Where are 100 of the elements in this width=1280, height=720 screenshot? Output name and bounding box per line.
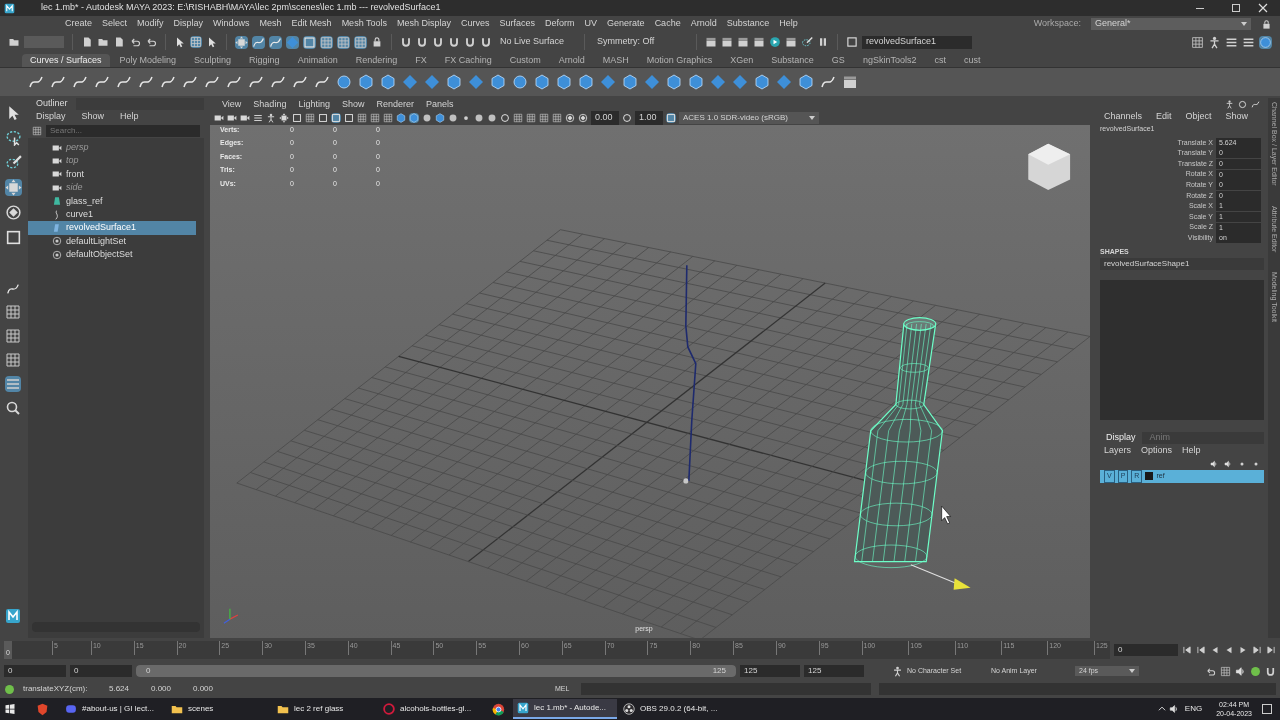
shelf-tab[interactable]: Rendering — [347, 54, 406, 67]
cube-icon[interactable] — [490, 74, 506, 90]
menu-item[interactable]: Generate — [607, 18, 645, 29]
square-icon[interactable] — [666, 113, 676, 123]
square-icon[interactable] — [303, 35, 316, 49]
taskbar-item[interactable]: scenes — [167, 699, 271, 719]
curve-icon[interactable] — [182, 74, 198, 90]
shelf-tab[interactable]: ngSkinTools2 — [854, 54, 925, 67]
menu-item[interactable]: Shading — [253, 98, 287, 109]
curve-icon[interactable] — [116, 74, 132, 90]
menu-item[interactable]: Edit — [1156, 111, 1172, 122]
snap-icon[interactable] — [400, 36, 412, 48]
curve-icon[interactable] — [204, 74, 220, 90]
menu-item[interactable]: Cache — [654, 18, 681, 29]
sphere-icon[interactable] — [448, 113, 458, 123]
curve-icon[interactable] — [50, 74, 66, 90]
close-icon[interactable] — [1258, 3, 1268, 13]
manipulator-drawing[interactable] — [910, 564, 971, 590]
shelf-tab[interactable]: Custom — [501, 54, 549, 67]
curve-icon[interactable] — [270, 74, 286, 90]
brush-icon[interactable] — [801, 36, 813, 48]
cube-icon[interactable] — [578, 74, 594, 90]
menu-item[interactable]: Surfaces — [499, 18, 536, 29]
shelf-tab[interactable]: FX — [407, 54, 435, 67]
grid-icon[interactable] — [5, 304, 21, 320]
taskbar-item[interactable]: OBS 29.0.2 (64-bit, ... — [619, 699, 723, 719]
cube-icon[interactable] — [754, 74, 770, 90]
shelf-tab[interactable]: MASH — [594, 54, 637, 67]
shelf-tab[interactable]: Rigging — [241, 54, 288, 67]
search-field[interactable]: Search... — [46, 125, 200, 137]
menu-item[interactable]: Mesh Display — [397, 18, 451, 29]
grid-icon[interactable] — [357, 113, 367, 123]
clapperboard-icon[interactable] — [842, 74, 858, 90]
caret-icon[interactable] — [1156, 704, 1167, 714]
grid-icon[interactable] — [552, 113, 562, 123]
caret-icon[interactable] — [1241, 22, 1247, 26]
square-icon[interactable] — [344, 113, 354, 123]
menu-item[interactable]: Display — [173, 18, 204, 29]
view-cube-icon[interactable] — [1028, 143, 1071, 190]
square-icon[interactable] — [292, 113, 302, 123]
list-icon[interactable] — [253, 113, 263, 123]
curve-icon[interactable] — [1251, 99, 1260, 109]
help-icon[interactable] — [4, 683, 15, 695]
shelf-tab[interactable]: Motion Graphics — [638, 54, 721, 67]
clapperboard-icon[interactable] — [753, 36, 765, 48]
menu-item[interactable]: Show — [1225, 111, 1249, 122]
outliner-item[interactable]: front — [28, 167, 196, 182]
curve-icon[interactable] — [94, 74, 110, 90]
lock-icon[interactable] — [1261, 18, 1272, 30]
outliner-item[interactable]: persp — [28, 141, 196, 155]
menu-item[interactable]: Deform — [545, 18, 575, 29]
clapperboard-icon[interactable] — [737, 36, 749, 48]
grid-icon[interactable] — [5, 352, 21, 368]
rotate-icon[interactable] — [4, 204, 22, 221]
cube-icon[interactable] — [358, 74, 374, 90]
move-icon[interactable] — [235, 35, 248, 49]
dot-icon[interactable] — [461, 113, 471, 123]
sphere-icon[interactable] — [1259, 35, 1272, 49]
cube-icon[interactable] — [396, 113, 406, 123]
shelf-tab[interactable]: FX Caching — [436, 54, 500, 67]
undo-icon[interactable] — [1205, 665, 1216, 677]
cube-icon[interactable] — [556, 74, 572, 90]
layer-color-swatch[interactable] — [1145, 472, 1154, 481]
camera-icon[interactable] — [214, 113, 224, 123]
figure-icon[interactable] — [266, 113, 276, 123]
current-frame-field[interactable]: 0 — [1114, 644, 1178, 656]
grid-icon[interactable] — [539, 113, 549, 123]
sphere-icon[interactable] — [512, 74, 528, 90]
menu-item[interactable]: Help — [779, 18, 798, 29]
lasso-icon[interactable] — [4, 129, 22, 146]
end-field[interactable]: 125 — [804, 665, 864, 677]
caret-icon[interactable] — [1129, 669, 1135, 673]
cube-icon[interactable] — [409, 113, 419, 123]
square-icon[interactable] — [846, 36, 858, 48]
speaker-icon[interactable] — [1224, 459, 1232, 468]
play-icon[interactable] — [769, 36, 781, 48]
lock-icon[interactable] — [371, 36, 383, 48]
menu-item[interactable]: Modify — [137, 18, 164, 29]
shelf-tab[interactable]: GS — [823, 54, 853, 67]
menu-item[interactable]: Help — [120, 111, 139, 122]
gamma-field[interactable]: 1.00 — [635, 111, 663, 125]
curve-icon[interactable] — [160, 74, 176, 90]
curve-icon[interactable] — [252, 35, 265, 49]
undo-icon[interactable] — [129, 36, 141, 48]
cube-icon[interactable] — [446, 74, 462, 90]
grid-icon[interactable] — [354, 35, 367, 49]
sphere-icon[interactable] — [422, 113, 432, 123]
start-icon[interactable] — [4, 703, 16, 715]
cube-icon[interactable] — [666, 74, 682, 90]
grid-icon[interactable] — [190, 36, 202, 48]
symmetry-dropdown[interactable]: Symmetry: Off — [593, 35, 688, 49]
cube-icon[interactable] — [688, 74, 704, 90]
menu-item[interactable]: View — [222, 98, 242, 109]
list-icon[interactable] — [5, 376, 21, 392]
snap-icon[interactable] — [464, 36, 476, 48]
sphere-icon[interactable] — [336, 74, 352, 90]
pause-icon[interactable] — [817, 36, 829, 48]
grid-icon[interactable] — [383, 113, 393, 123]
menu-item[interactable]: Options — [1141, 445, 1173, 456]
taskbar-item[interactable]: #about-us | GI lect... — [61, 699, 165, 719]
